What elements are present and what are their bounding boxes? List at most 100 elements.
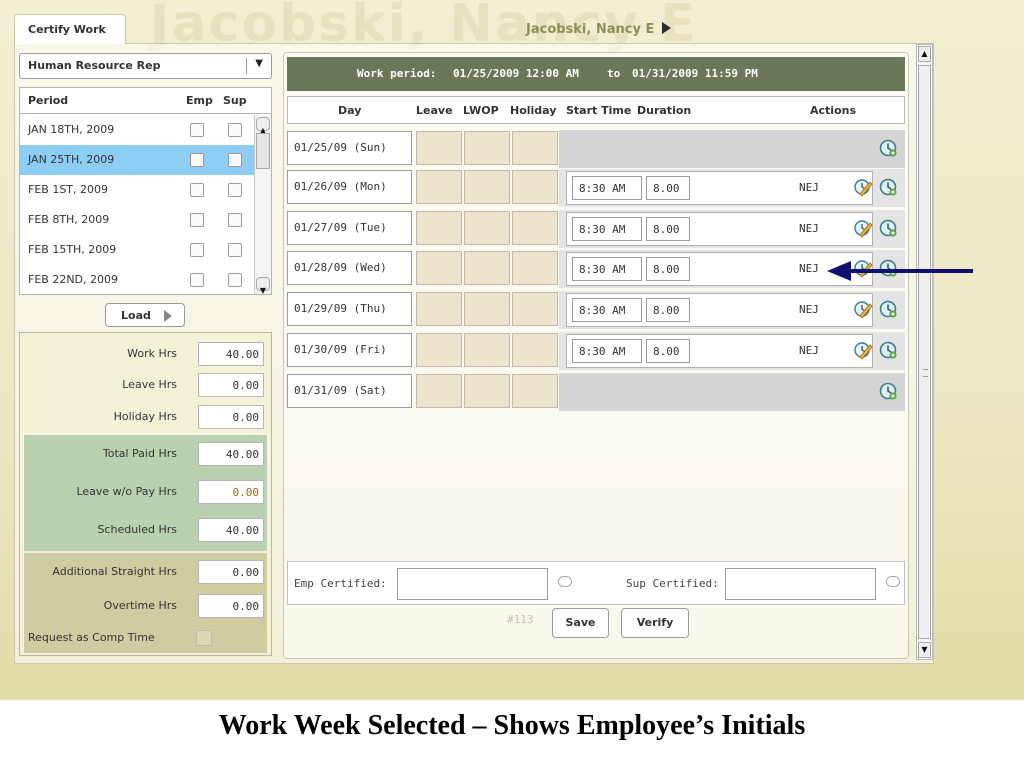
day-cell[interactable]: 01/25/09 (Sun) [287, 131, 412, 165]
emp-checkbox[interactable] [190, 123, 204, 137]
start-time-field[interactable]: 8:30 AM [572, 217, 642, 241]
sup-checkbox[interactable] [228, 273, 242, 287]
emp-checkbox[interactable] [190, 153, 204, 167]
period-row[interactable]: FEB 1ST, 2009 [20, 175, 254, 205]
load-button[interactable]: Load [105, 303, 185, 327]
lwop-cell[interactable] [464, 374, 510, 408]
sup-checkbox[interactable] [228, 183, 242, 197]
holiday-cell[interactable] [512, 292, 558, 326]
edit-pencil-icon[interactable] [853, 340, 873, 360]
additional-straight-field[interactable]: 0.00 [198, 560, 264, 584]
comment-bubble-icon[interactable] [558, 576, 572, 587]
scroll-down-icon[interactable]: ▼ [256, 277, 270, 295]
leave-cell[interactable] [416, 251, 462, 285]
clock-add-icon[interactable] [878, 177, 898, 197]
day-cell[interactable]: 01/31/09 (Sat) [287, 374, 412, 408]
holiday-cell[interactable] [512, 131, 558, 165]
sup-checkbox[interactable] [228, 243, 242, 257]
scroll-up-icon[interactable]: ▲ [918, 46, 931, 62]
lwop-cell[interactable] [464, 292, 510, 326]
lwop-cell[interactable] [464, 211, 510, 245]
edit-pencil-icon[interactable] [853, 177, 873, 197]
holiday-cell[interactable] [512, 170, 558, 204]
scheduled-hrs-field[interactable]: 40.00 [198, 518, 264, 542]
lwop-cell[interactable] [464, 251, 510, 285]
holiday-hrs-field[interactable]: 0.00 [198, 405, 264, 429]
clock-add-icon[interactable] [878, 381, 898, 401]
work-hrs-field[interactable]: 40.00 [198, 342, 264, 366]
additional-straight-row: Additional Straight Hrs 0.00 [20, 559, 271, 585]
duration-field[interactable]: 8.00 [646, 257, 690, 281]
leave-cell[interactable] [416, 374, 462, 408]
scroll-down-icon[interactable]: ▼ [918, 642, 931, 658]
emp-certified-field[interactable] [397, 568, 548, 600]
day-cell[interactable]: 01/30/09 (Fri) [287, 333, 412, 367]
period-row[interactable]: JAN 18TH, 2009 [20, 115, 254, 145]
holiday-cell[interactable] [512, 251, 558, 285]
leave-wo-pay-field[interactable]: 0.00 [198, 480, 264, 504]
period-row[interactable]: FEB 15TH, 2009 [20, 235, 254, 265]
start-time-field[interactable]: 8:30 AM [572, 176, 642, 200]
lwop-cell[interactable] [464, 333, 510, 367]
edit-pencil-icon[interactable] [853, 258, 873, 278]
comment-bubble-icon[interactable] [886, 576, 900, 587]
sup-certified-field[interactable] [725, 568, 876, 600]
emp-checkbox[interactable] [190, 213, 204, 227]
lwop-cell[interactable] [464, 170, 510, 204]
period-row[interactable]: FEB 22ND, 2009 [20, 265, 254, 295]
scroll-up-icon[interactable]: ▲ [256, 117, 270, 135]
holiday-cell[interactable] [512, 211, 558, 245]
duration-field[interactable]: 8.00 [646, 339, 690, 363]
duration-field[interactable]: 8.00 [646, 217, 690, 241]
tab-certify-work[interactable]: Certify Work [14, 14, 126, 44]
holiday-cell[interactable] [512, 333, 558, 367]
clock-add-icon[interactable] [878, 299, 898, 319]
clock-add-icon[interactable] [878, 340, 898, 360]
duration-field[interactable]: 8.00 [646, 298, 690, 322]
sup-checkbox[interactable] [228, 123, 242, 137]
leave-cell[interactable] [416, 292, 462, 326]
overtime-hrs-field[interactable]: 0.00 [198, 594, 264, 618]
holiday-cell[interactable] [512, 374, 558, 408]
comp-time-checkbox[interactable] [196, 630, 212, 646]
period-label: JAN 18TH, 2009 [28, 123, 115, 136]
clock-add-icon[interactable] [878, 218, 898, 238]
verify-button[interactable]: Verify [621, 608, 689, 638]
sup-checkbox[interactable] [228, 153, 242, 167]
main-scrollbar[interactable]: ▲ ▼ [916, 44, 933, 660]
total-paid-hrs-field[interactable]: 40.00 [198, 442, 264, 466]
day-cell[interactable]: 01/27/09 (Tue) [287, 211, 412, 245]
employee-name-header[interactable]: Jacobski, Nancy E [526, 22, 672, 37]
day-cell[interactable]: 01/26/09 (Mon) [287, 170, 412, 204]
emp-header: Emp [186, 94, 213, 107]
day-cell[interactable]: 01/28/09 (Wed) [287, 251, 412, 285]
leave-cell[interactable] [416, 170, 462, 204]
clock-add-icon[interactable] [878, 258, 898, 278]
period-scrollbar[interactable]: ▲ ▼ [254, 115, 271, 295]
start-time-field[interactable]: 8:30 AM [572, 257, 642, 281]
edit-pencil-icon[interactable] [853, 218, 873, 238]
scroll-thumb[interactable] [256, 133, 270, 169]
leave-cell[interactable] [416, 333, 462, 367]
role-select[interactable]: Human Resource Rep ▼ [19, 53, 272, 79]
emp-checkbox[interactable] [190, 183, 204, 197]
start-time-field[interactable]: 8:30 AM [572, 339, 642, 363]
emp-checkbox[interactable] [190, 273, 204, 287]
period-row[interactable]: FEB 8TH, 2009 [20, 205, 254, 235]
period-row[interactable]: JAN 25TH, 2009 [20, 145, 254, 175]
lwop-cell[interactable] [464, 131, 510, 165]
emp-checkbox[interactable] [190, 243, 204, 257]
sup-checkbox[interactable] [228, 213, 242, 227]
clock-add-icon[interactable] [878, 138, 898, 158]
day-cell[interactable]: 01/29/09 (Thu) [287, 292, 412, 326]
scroll-thumb[interactable] [918, 65, 931, 639]
sup-header: Sup [223, 94, 247, 107]
save-button[interactable]: Save [552, 608, 609, 638]
annotation-arrow-head [827, 261, 851, 281]
edit-pencil-icon[interactable] [853, 299, 873, 319]
start-time-field[interactable]: 8:30 AM [572, 298, 642, 322]
leave-cell[interactable] [416, 211, 462, 245]
leave-cell[interactable] [416, 131, 462, 165]
leave-hrs-field[interactable]: 0.00 [198, 373, 264, 397]
duration-field[interactable]: 8.00 [646, 176, 690, 200]
